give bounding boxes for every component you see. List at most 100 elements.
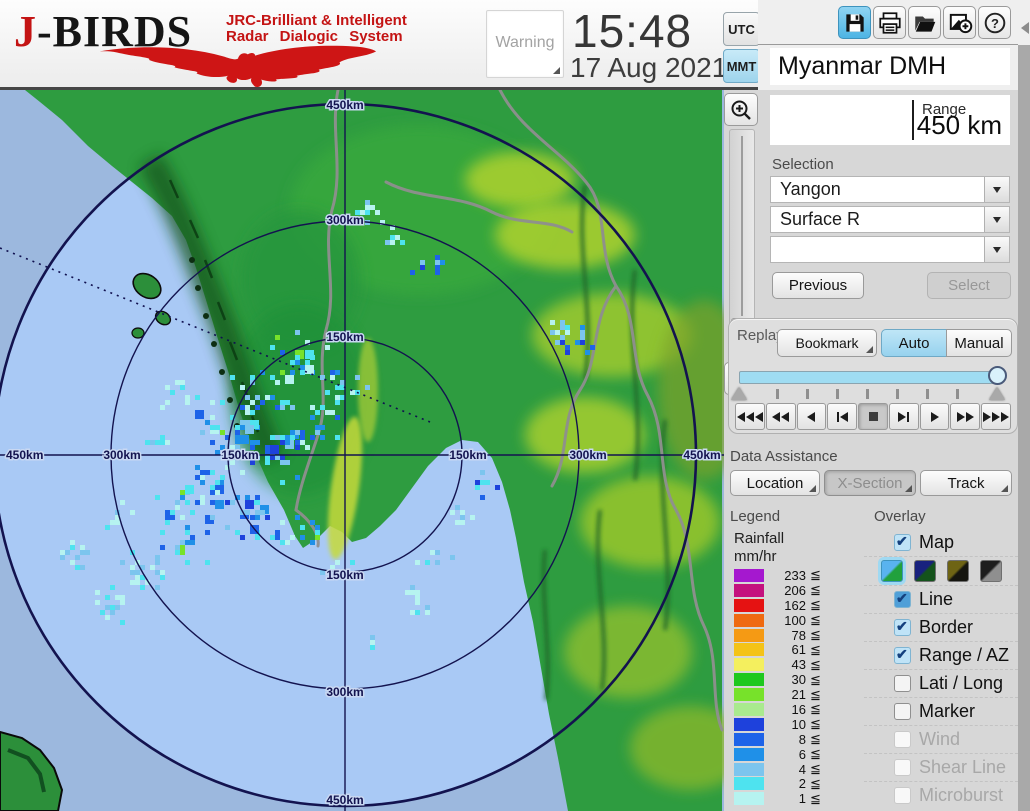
previous-button[interactable]: Previous — [772, 272, 864, 299]
legend-value: 21 — [791, 687, 806, 703]
timeline-end-marker[interactable] — [989, 387, 1005, 400]
range-ring-label: 450km — [683, 448, 720, 462]
legend-label: Legend — [730, 508, 781, 525]
replay-group: Replay Bookmark Auto Manual — [728, 318, 1018, 434]
legend-le-symbol: ≦ — [810, 731, 821, 747]
wind-checkbox[interactable] — [894, 731, 911, 748]
play-icon — [930, 411, 939, 422]
rewind-button[interactable] — [765, 403, 796, 430]
legend-swatch — [734, 643, 764, 657]
overlay-item-microburst[interactable]: Microburst — [864, 781, 1018, 809]
product-dropdown-arrow[interactable] — [984, 207, 1009, 232]
site-dropdown-arrow[interactable] — [984, 177, 1009, 202]
option-dropdown-arrow[interactable] — [984, 237, 1009, 262]
map-style-terrain-gray[interactable] — [980, 560, 1002, 582]
legend-row: 8 ≦ — [734, 731, 862, 747]
map-checkbox[interactable] — [894, 533, 911, 551]
overlay-item-shear-line[interactable]: Shear Line — [864, 753, 1018, 781]
add-window-button[interactable] — [943, 6, 976, 39]
location-button[interactable]: Location — [730, 470, 820, 496]
fast-forward-button[interactable] — [950, 403, 981, 430]
legend-value: 43 — [791, 657, 806, 673]
legend-le-symbol: ≦ — [810, 716, 821, 732]
overlay-item-marker[interactable]: Marker — [864, 697, 1018, 725]
manual-mode-button[interactable]: Manual — [946, 329, 1012, 357]
legend-row: 16 ≦ — [734, 701, 862, 717]
product-dropdown[interactable]: Surface R — [770, 206, 1010, 233]
replay-timeline-track[interactable] — [739, 371, 1003, 384]
replay-timeline-handle[interactable] — [988, 366, 1007, 385]
skip-start-button[interactable] — [735, 403, 765, 430]
save-button[interactable] — [838, 6, 871, 39]
shear-line-checkbox[interactable] — [894, 759, 911, 776]
legend-swatch — [734, 598, 764, 612]
step-back-button[interactable] — [827, 403, 858, 430]
microburst-checkbox[interactable] — [894, 787, 911, 804]
legend-title-rainfall: Rainfall — [734, 530, 785, 547]
play-reverse-icon — [807, 411, 816, 422]
legend-row: 233 ≦ — [734, 567, 862, 583]
range-az-checkbox[interactable] — [894, 646, 911, 664]
overlay-item-map[interactable]: Map — [864, 528, 1018, 556]
panel-scrollbar[interactable] — [1018, 45, 1030, 90]
auto-mode-button[interactable]: Auto — [881, 329, 947, 357]
step-forward-button[interactable] — [888, 403, 919, 430]
map-style-terrain-dark[interactable] — [914, 560, 936, 582]
skip-end-button[interactable] — [981, 403, 1012, 430]
legend-swatch — [734, 717, 764, 731]
overlay-item-wind[interactable]: Wind — [864, 725, 1018, 753]
timeline-tick — [866, 389, 869, 399]
range-ring-label: 300km — [326, 685, 363, 699]
map-style-row — [864, 556, 1018, 585]
option-dropdown[interactable] — [770, 236, 1010, 263]
skip-start-icon — [736, 411, 745, 422]
select-button[interactable]: Select — [927, 272, 1011, 299]
track-button[interactable]: Track — [920, 470, 1012, 496]
panel-scrollbar-lower[interactable] — [1018, 90, 1030, 811]
collapse-panel-arrow[interactable] — [1021, 22, 1029, 34]
legend-le-symbol: ≦ — [810, 775, 821, 791]
legend-value: 10 — [791, 716, 806, 732]
lati-long-checkbox[interactable] — [894, 675, 911, 692]
help-button[interactable]: ? — [978, 6, 1011, 39]
legend-row: 1 ≦ — [734, 791, 862, 806]
play-reverse-button[interactable] — [796, 403, 827, 430]
floppy-icon — [845, 13, 864, 32]
marker-checkbox[interactable] — [894, 703, 911, 720]
map-style-terrain-olive[interactable] — [947, 560, 969, 582]
overlay-items: Line Border Range / AZ Lati / Long Marker Win… — [864, 585, 1018, 809]
eagle-icon — [99, 45, 377, 88]
legend-le-symbol: ≦ — [810, 701, 821, 717]
overlay-item-label: Shear Line — [919, 757, 1007, 777]
x-section-button[interactable]: X-Section — [824, 470, 916, 496]
range-ring-label: 150km — [221, 448, 258, 462]
stop-button[interactable] — [858, 403, 888, 430]
print-button[interactable] — [873, 6, 906, 39]
rewind-icon — [781, 411, 790, 422]
overlay-item-range-az[interactable]: Range / AZ — [864, 641, 1018, 669]
utc-button[interactable]: UTC — [723, 12, 760, 46]
overlay-item-lati-long[interactable]: Lati / Long — [864, 669, 1018, 697]
overlay-item-label: Range / AZ — [919, 645, 1010, 665]
overlay-item-border[interactable]: Border — [864, 613, 1018, 641]
bookmark-button[interactable]: Bookmark — [777, 329, 877, 357]
overlay-item-line[interactable]: Line — [864, 585, 1018, 613]
range-ring-label: 300km — [326, 213, 363, 227]
zoom-in-button[interactable] — [724, 93, 758, 126]
radar-map[interactable]: 450km 300km 150km 150km 300km 450km 450km 300km… — [0, 90, 724, 811]
range-ring-label: 450km — [326, 98, 363, 112]
legend-swatch — [734, 747, 764, 761]
mmt-button[interactable]: MMT — [723, 49, 760, 83]
panel-top: ? Myanmar DMH — [758, 0, 1030, 90]
border-checkbox[interactable] — [894, 618, 911, 636]
timeline-start-marker[interactable] — [731, 387, 747, 400]
fast-forward-icon — [956, 411, 965, 422]
legend-value: 1 — [798, 791, 806, 807]
legend-le-symbol: ≦ — [810, 671, 821, 687]
play-button[interactable] — [919, 403, 950, 430]
site-dropdown[interactable]: Yangon — [770, 176, 1010, 203]
warning-panel[interactable]: Warning — [486, 10, 564, 78]
open-folder-button[interactable] — [908, 6, 941, 39]
line-checkbox[interactable] — [894, 590, 911, 608]
map-style-terrain-color[interactable] — [881, 560, 903, 582]
